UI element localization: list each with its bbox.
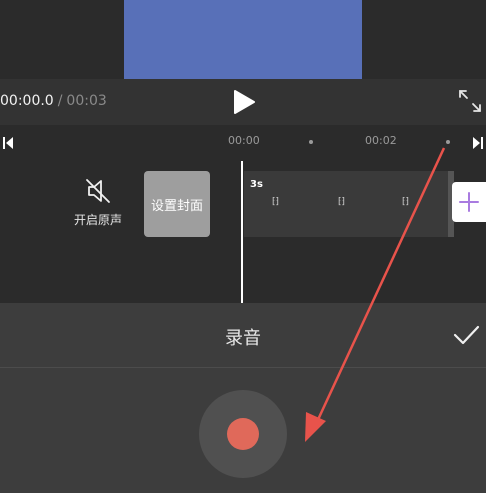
fullscreen-button[interactable] bbox=[458, 89, 482, 113]
tick-dot bbox=[446, 140, 450, 144]
record-button[interactable] bbox=[199, 390, 287, 478]
playhead[interactable] bbox=[241, 161, 243, 303]
record-panel-header: 录音 bbox=[0, 303, 486, 368]
current-time: 00:00.0 bbox=[0, 93, 54, 109]
set-cover-label: 设置封面 bbox=[150, 198, 203, 214]
confirm-button[interactable] bbox=[452, 323, 480, 347]
record-icon bbox=[227, 418, 259, 450]
clip-frame-marker: ⁅⁆ bbox=[272, 197, 280, 207]
skip-to-start-icon bbox=[3, 137, 13, 149]
check-icon bbox=[453, 325, 480, 345]
play-button[interactable] bbox=[232, 89, 256, 115]
play-icon bbox=[234, 90, 255, 114]
total-time: 00:03 bbox=[66, 93, 107, 109]
set-cover-button[interactable]: 设置封面 bbox=[144, 171, 210, 237]
plus-icon bbox=[459, 192, 479, 212]
original-sound-label: 开启原声 bbox=[73, 213, 122, 227]
video-preview[interactable] bbox=[124, 0, 362, 79]
skip-to-end-icon bbox=[473, 137, 483, 149]
clip-duration: 3s bbox=[250, 179, 263, 190]
original-sound-toggle[interactable]: 开启原声 bbox=[66, 177, 130, 237]
timeline-ruler[interactable]: 00:00 00:02 bbox=[0, 125, 486, 159]
tick-label: 00:00 bbox=[228, 134, 260, 147]
fullscreen-icon bbox=[459, 90, 481, 112]
record-panel bbox=[0, 368, 486, 493]
time-separator: / bbox=[57, 93, 63, 109]
tick-label: 00:02 bbox=[365, 134, 397, 147]
add-clip-button[interactable] bbox=[452, 182, 486, 222]
clip-frame-marker: ⁅⁆ bbox=[402, 197, 410, 207]
tick-dot bbox=[309, 140, 313, 144]
video-preview-area bbox=[0, 0, 486, 79]
skip-to-end-button[interactable] bbox=[472, 135, 484, 149]
track-area: 开启原声 设置封面 3s ⁅⁆ ⁅⁆ ⁅⁆ bbox=[0, 159, 486, 303]
playback-bar: 00:00.0/00:03 bbox=[0, 79, 486, 125]
record-title: 录音 bbox=[225, 328, 261, 349]
speaker-muted-icon bbox=[86, 179, 110, 203]
skip-to-start-button[interactable] bbox=[2, 135, 14, 149]
video-clip[interactable]: 3s ⁅⁆ ⁅⁆ ⁅⁆ bbox=[244, 171, 448, 237]
time-display: 00:00.0/00:03 bbox=[0, 93, 107, 109]
clip-frame-marker: ⁅⁆ bbox=[338, 197, 346, 207]
